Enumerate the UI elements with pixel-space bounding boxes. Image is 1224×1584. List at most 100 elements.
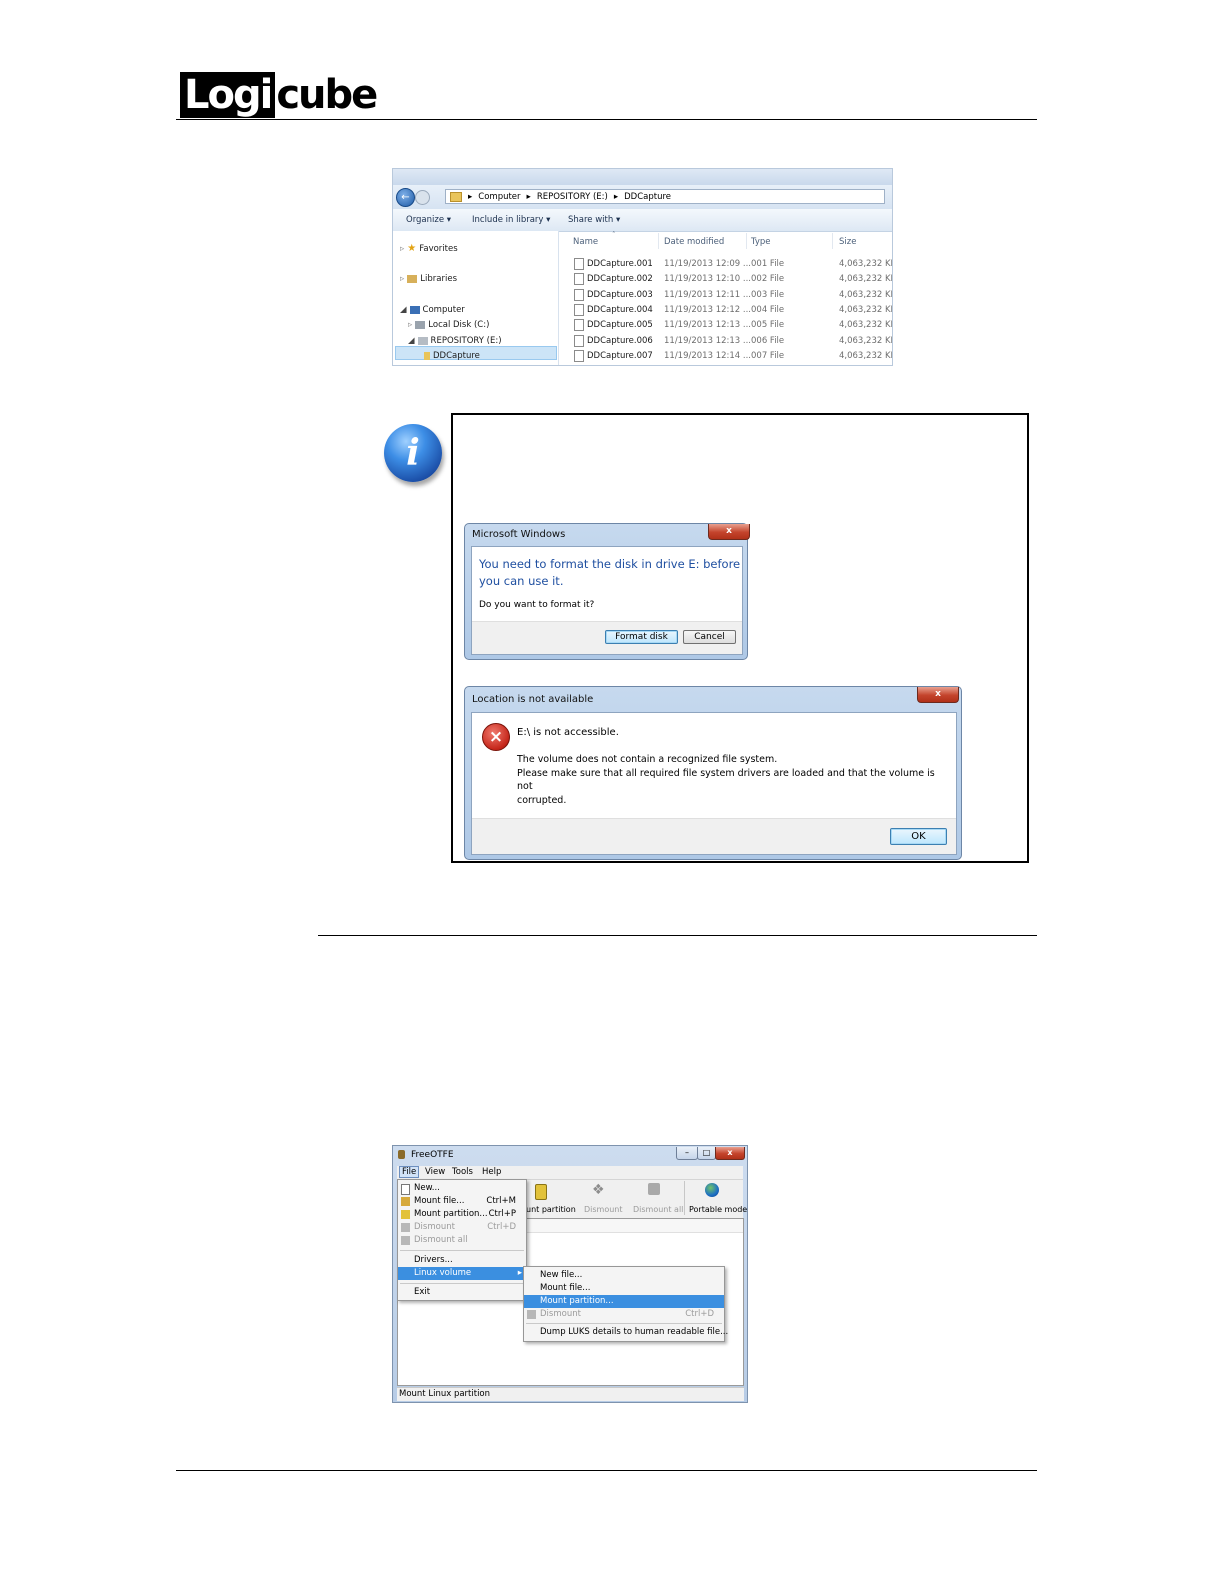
drive-icon	[417, 337, 428, 345]
file-row-date: 11/19/2013 12:12 ...	[664, 304, 751, 315]
sort-arrow-icon: ˆ	[612, 231, 616, 239]
forward-arrow-icon[interactable]	[415, 190, 430, 205]
nav-libraries[interactable]: ▹ Libraries	[400, 274, 457, 284]
shortcut-ctrl-d: Ctrl+D	[685, 1309, 714, 1319]
submenu-item-mount-file[interactable]: Mount file...	[524, 1282, 724, 1295]
status-text: Mount Linux partition	[399, 1389, 491, 1399]
organize-button[interactable]: Organize ▾	[406, 215, 451, 225]
logicube-logo: Logi cube	[180, 72, 378, 118]
status-bar: Mount Linux partition	[397, 1387, 744, 1401]
location-not-available-dialog: Location is not available x × E:\ is not…	[464, 686, 962, 860]
submenu-item-mount-file-label: Mount file...	[540, 1283, 591, 1293]
menu-bar: File View Tools Help	[397, 1166, 743, 1179]
location-message-line-1: The volume does not contain a recognized…	[517, 754, 778, 765]
breadcrumb-computer[interactable]: Computer	[478, 192, 520, 202]
menu-item-exit[interactable]: Exit	[398, 1286, 526, 1299]
close-icon[interactable]: x	[917, 687, 959, 703]
menu-item-exit-label: Exit	[414, 1287, 431, 1297]
menu-item-mount-partition-label: Mount partition...	[414, 1209, 488, 1219]
nav-local-disk[interactable]: ▹ Local Disk (C:)	[408, 320, 489, 330]
submenu-item-new-file[interactable]: New file...	[524, 1269, 724, 1282]
logo-box-text: Logi	[180, 72, 276, 118]
dismount-all-icon	[648, 1183, 660, 1195]
format-disk-dialog: Microsoft Windows x You need to format t…	[464, 523, 750, 660]
file-row-type: 005 File	[751, 320, 785, 331]
menu-item-new-label: New...	[414, 1183, 440, 1193]
column-header-date[interactable]: Date modified	[664, 237, 724, 247]
menu-item-drivers[interactable]: Drivers...	[398, 1254, 526, 1267]
star-icon: ★	[407, 243, 417, 254]
menu-file[interactable]: File	[399, 1166, 420, 1178]
ok-button[interactable]: OK	[890, 828, 947, 845]
file-row-date: 11/19/2013 12:13 ...	[664, 320, 751, 331]
minimize-icon[interactable]: –	[676, 1147, 698, 1160]
nav-favorites[interactable]: ▹ ★ Favorites	[400, 243, 458, 254]
organize-label: Organize	[406, 215, 445, 225]
toolbar-dismount: Dismount	[584, 1205, 623, 1214]
submenu-item-mount-partition-label: Mount partition...	[540, 1296, 614, 1306]
breadcrumb-ddcapture[interactable]: DDCapture	[624, 192, 671, 202]
dismount-icon: ❖	[592, 1182, 605, 1198]
format-message-line-1: You need to format the disk in drive E: …	[479, 557, 741, 571]
file-row-name[interactable]: DDCapture.001	[587, 259, 653, 269]
include-in-library-button[interactable]: Include in library ▾	[472, 215, 550, 225]
menu-item-linux-volume[interactable]: Linux volume ▸	[398, 1267, 526, 1280]
folder-icon	[424, 352, 430, 360]
menu-item-mount-file[interactable]: Mount file... Ctrl+M	[398, 1195, 526, 1208]
format-disk-button[interactable]: Format disk	[605, 630, 678, 644]
menu-help[interactable]: Help	[482, 1167, 501, 1177]
submenu-item-dump-luks[interactable]: Dump LUKS details to human readable file…	[524, 1326, 728, 1339]
back-arrow-icon[interactable]: ←	[396, 188, 415, 207]
menu-separator	[526, 1323, 722, 1324]
nav-ddcapture[interactable]: DDCapture	[424, 351, 480, 361]
mount-partition-icon[interactable]	[535, 1184, 547, 1200]
close-icon[interactable]: x	[708, 524, 750, 540]
globe-icon[interactable]	[705, 1183, 719, 1197]
folder-icon	[450, 191, 462, 202]
file-row-name[interactable]: DDCapture.002	[587, 274, 653, 284]
file-row-date: 11/19/2013 12:09 ...	[664, 259, 751, 269]
share-with-button[interactable]: Share with ▾	[568, 215, 620, 225]
file-row-size: 4,063,232 KB	[839, 335, 893, 346]
menu-item-dismount-all-label: Dismount all	[414, 1235, 468, 1245]
lock-icon	[398, 1150, 405, 1159]
menu-item-mount-partition[interactable]: Mount partition... Ctrl+P	[398, 1208, 526, 1221]
file-icon	[574, 334, 584, 347]
address-box[interactable]: ▸ Computer ▸ REPOSITORY (E:) ▸ DDCapture	[445, 189, 885, 204]
file-row-name[interactable]: DDCapture.007	[587, 351, 653, 361]
location-message-line-3: corrupted.	[517, 794, 567, 806]
column-header-type[interactable]: Type	[751, 237, 771, 247]
column-header-size[interactable]: Size	[839, 237, 856, 247]
location-dialog-heading: E:\ is not accessible.	[517, 727, 619, 738]
menu-view[interactable]: View	[425, 1167, 445, 1177]
breadcrumb-repository[interactable]: REPOSITORY (E:)	[537, 192, 608, 202]
toolbar-portable-mode[interactable]: Portable mode	[689, 1205, 747, 1214]
navigation-pane: ▹ ★ Favorites ▹ Libraries ◢ Computer ▹ L…	[393, 231, 559, 365]
column-separator	[832, 233, 833, 249]
file-row-name[interactable]: DDCapture.006	[587, 336, 653, 346]
shortcut-ctrl-p: Ctrl+P	[488, 1209, 516, 1219]
location-dialog-footer: OK	[472, 818, 956, 854]
share-with-label: Share with	[568, 215, 614, 225]
close-icon[interactable]: x	[715, 1147, 745, 1160]
file-row-name[interactable]: DDCapture.005	[587, 320, 653, 330]
submenu-item-mount-partition[interactable]: Mount partition...	[524, 1295, 724, 1308]
format-dialog-question: Do you want to format it?	[479, 600, 595, 610]
file-row-name[interactable]: DDCapture.004	[587, 305, 653, 315]
column-header-name[interactable]: Name	[573, 237, 598, 247]
nav-computer[interactable]: ◢ Computer	[400, 305, 465, 315]
submenu-item-new-file-label: New file...	[540, 1270, 583, 1280]
chevron-right-icon: ▸	[526, 191, 531, 202]
file-icon	[574, 303, 584, 316]
menu-tools[interactable]: Tools	[452, 1167, 473, 1177]
menu-item-new[interactable]: New...	[398, 1182, 526, 1195]
toolbar-mount-partition[interactable]: unt partition	[526, 1205, 576, 1214]
cancel-button[interactable]: Cancel	[683, 630, 736, 644]
submenu-item-dump-luks-label: Dump LUKS details to human readable file…	[540, 1327, 729, 1337]
file-row-name[interactable]: DDCapture.003	[587, 290, 653, 300]
freeotfe-title: FreeOTFE	[411, 1150, 454, 1160]
maximize-icon[interactable]: □	[697, 1147, 716, 1160]
file-row-type: 004 File	[751, 304, 785, 315]
nav-computer-label: Computer	[422, 305, 465, 315]
nav-repository[interactable]: ◢ REPOSITORY (E:)	[408, 336, 502, 346]
